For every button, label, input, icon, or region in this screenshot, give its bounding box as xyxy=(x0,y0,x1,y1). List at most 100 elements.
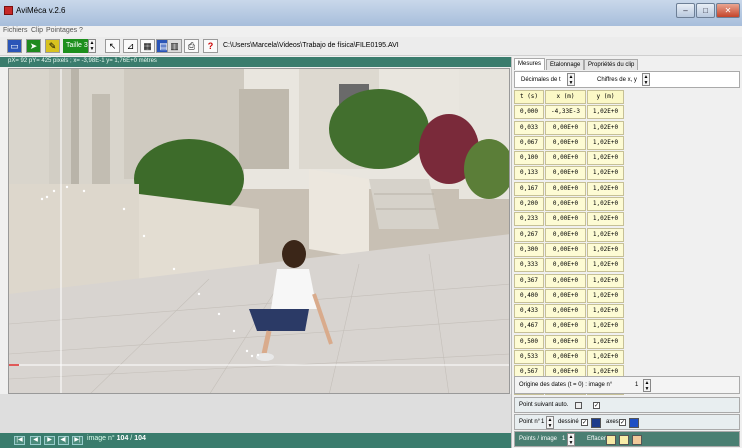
prev-icon[interactable]: ◀ xyxy=(30,436,41,445)
cell-t[interactable]: 0,467 xyxy=(514,319,544,334)
image-total: 104 xyxy=(134,435,146,442)
minimize-button[interactable]: – xyxy=(676,3,695,18)
cell-t[interactable]: 0,100 xyxy=(514,151,544,166)
last-frame-icon[interactable]: ▶| xyxy=(72,436,83,445)
cell-y[interactable]: 1,02E+0 xyxy=(587,120,624,135)
menu-clip[interactable]: Clip xyxy=(31,27,43,34)
calendar-icon[interactable]: ▦ xyxy=(140,39,155,53)
next-icon[interactable]: ▶ xyxy=(44,436,55,445)
cell-x[interactable]: 0,00E+0 xyxy=(545,212,586,227)
cell-t[interactable]: 0,267 xyxy=(514,227,544,242)
auto-next-checkbox[interactable] xyxy=(575,402,582,409)
size-spinner[interactable]: ▲ ▼ xyxy=(88,39,96,53)
cell-y[interactable]: 1,02E+0 xyxy=(587,212,624,227)
print-icon[interactable]: ⎙ xyxy=(184,39,199,53)
cell-x[interactable]: 0,00E+0 xyxy=(545,135,586,150)
decimales-spinner[interactable]: ▲ ▼ xyxy=(567,73,575,86)
cell-x[interactable]: 0,00E+0 xyxy=(545,288,586,303)
cell-y[interactable]: 1,02E+0 xyxy=(587,242,624,257)
cursor-icon[interactable]: ↖ xyxy=(105,39,120,53)
axes-checkbox[interactable]: ✓ xyxy=(619,419,626,426)
cell-t[interactable]: 0,167 xyxy=(514,181,544,196)
menu-help[interactable]: ? xyxy=(79,27,83,34)
tab-etalonnage[interactable]: Etalonnage xyxy=(546,59,585,70)
pointer-icon[interactable]: ➤ xyxy=(26,39,41,53)
cell-x[interactable]: 0,00E+0 xyxy=(545,258,586,273)
pen-icon[interactable]: ✎ xyxy=(45,39,60,53)
cell-t[interactable]: 0,433 xyxy=(514,304,544,319)
cell-y[interactable]: 1,02E+0 xyxy=(587,273,624,288)
cell-x[interactable]: 0,00E+0 xyxy=(545,166,586,181)
table-row: 0,367 0,00E+0 1,02E+0 xyxy=(514,273,625,289)
first-frame-icon[interactable]: |◀ xyxy=(14,436,25,445)
points-image-spinner[interactable]: ▲ ▼ xyxy=(567,433,575,446)
cell-y[interactable]: 1,02E+0 xyxy=(587,166,624,181)
cell-y[interactable]: 1,02E+0 xyxy=(587,319,624,334)
pin-checkbox[interactable]: ✓ xyxy=(593,402,600,409)
cell-x[interactable]: 0,00E+0 xyxy=(545,227,586,242)
cell-t[interactable]: 0,300 xyxy=(514,242,544,257)
tab-proprietes[interactable]: Propriétés du clip xyxy=(584,59,639,70)
cell-t[interactable]: 0,067 xyxy=(514,135,544,150)
cell-t[interactable]: 0,333 xyxy=(514,258,544,273)
cell-x[interactable]: 0,00E+0 xyxy=(545,334,586,349)
cell-t[interactable]: 0,400 xyxy=(514,288,544,303)
point-spinner[interactable]: ▲ ▼ xyxy=(546,416,554,429)
cell-y[interactable]: 1,02E+0 xyxy=(587,258,624,273)
cell-t[interactable]: 0,200 xyxy=(514,197,544,212)
maximize-button[interactable]: □ xyxy=(696,3,715,18)
cell-y[interactable]: 1,02E+0 xyxy=(587,181,624,196)
cell-x[interactable]: 0,00E+0 xyxy=(545,151,586,166)
cell-t[interactable]: 0,500 xyxy=(514,334,544,349)
table-icon[interactable]: ▥ xyxy=(167,39,182,53)
prev-frame-icon[interactable]: ◀| xyxy=(58,436,69,445)
cell-t[interactable]: 0,000 xyxy=(514,105,544,120)
cell-t[interactable]: 0,133 xyxy=(514,166,544,181)
cell-x[interactable]: 0,00E+0 xyxy=(545,181,586,196)
cell-y[interactable]: 1,02E+0 xyxy=(587,227,624,242)
cell-y[interactable]: 1,02E+0 xyxy=(587,135,624,150)
cell-y[interactable]: 1,02E+0 xyxy=(587,197,624,212)
crop-icon[interactable]: ⊿ xyxy=(123,39,138,53)
cell-x[interactable]: -4,33E-3 xyxy=(545,105,586,120)
menu-fichiers[interactable]: Fichiers xyxy=(3,27,28,34)
cell-y[interactable]: 1,02E+0 xyxy=(587,350,624,365)
cell-t[interactable]: 0,533 xyxy=(514,350,544,365)
app-icon xyxy=(4,6,13,15)
menu-pointages[interactable]: Pointages xyxy=(46,27,77,34)
point-color-swatch[interactable] xyxy=(591,418,601,428)
cell-x[interactable]: 0,00E+0 xyxy=(545,319,586,334)
cell-y[interactable]: 1,02E+0 xyxy=(587,105,624,120)
cell-x[interactable]: 0,00E+0 xyxy=(545,242,586,257)
cell-y[interactable]: 1,02E+0 xyxy=(587,304,624,319)
scale-icon[interactable]: ▭ xyxy=(7,39,22,53)
help-icon[interactable]: ? xyxy=(203,39,218,53)
effacer-all-icon[interactable] xyxy=(632,435,642,445)
cell-y[interactable]: 1,02E+0 xyxy=(587,334,624,349)
cell-x[interactable]: 0,00E+0 xyxy=(545,273,586,288)
dessine-checkbox[interactable]: ✓ xyxy=(581,419,588,426)
cell-y[interactable]: 1,02E+0 xyxy=(587,288,624,303)
cell-y[interactable]: 1,02E+0 xyxy=(587,151,624,166)
cell-x[interactable]: 0,00E+0 xyxy=(545,350,586,365)
table-row: 0,467 0,00E+0 1,02E+0 xyxy=(514,319,625,334)
origin-value: 1 xyxy=(635,382,639,388)
cell-t[interactable]: 0,233 xyxy=(514,212,544,227)
cell-x[interactable]: 0,00E+0 xyxy=(545,197,586,212)
cell-t[interactable]: 0,367 xyxy=(514,273,544,288)
measures-table: t (s) x (m) y (m) 0,000 -4,33E-3 1,02E+0 0,… xyxy=(514,90,625,396)
table-row: 0,167 0,00E+0 1,02E+0 xyxy=(514,181,625,197)
close-button[interactable]: ✕ xyxy=(716,3,740,18)
tab-mesures[interactable]: Mesures xyxy=(514,58,546,70)
cell-x[interactable]: 0,00E+0 xyxy=(545,304,586,319)
cell-x[interactable]: 0,00E+0 xyxy=(545,120,586,135)
origin-spinner[interactable]: ▲ ▼ xyxy=(643,379,651,392)
effacer-col-icon[interactable] xyxy=(606,435,616,445)
video-frame[interactable] xyxy=(8,68,510,394)
chiffres-spinner[interactable]: ▲ ▼ xyxy=(642,73,650,86)
axes-color-swatch[interactable] xyxy=(629,418,639,428)
table-row: 0,433 0,00E+0 1,02E+0 xyxy=(514,304,625,319)
measures-panel: Mesures Etalonnage Propriétés du clip Dé… xyxy=(511,57,742,448)
effacer-dash-icon[interactable] xyxy=(619,435,629,445)
cell-t[interactable]: 0,033 xyxy=(514,120,544,135)
